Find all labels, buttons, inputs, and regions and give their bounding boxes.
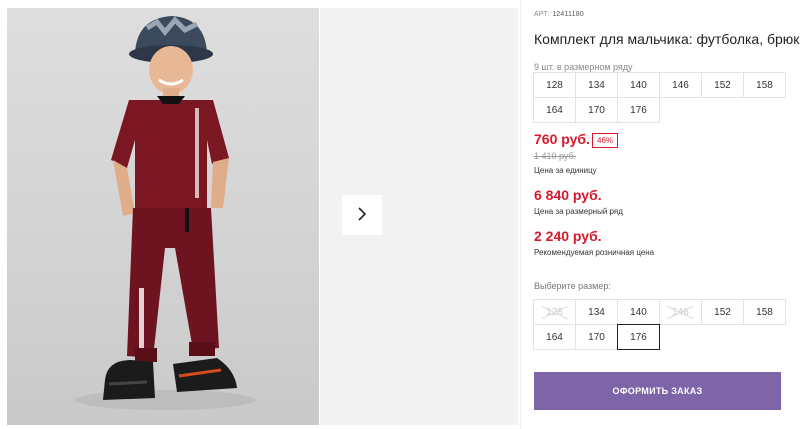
size-range-cell: 164: [533, 97, 576, 123]
article-label: АРТ:: [534, 11, 551, 18]
size-option[interactable]: 164: [533, 324, 576, 350]
current-price: 760 руб.: [534, 131, 590, 147]
size-option[interactable]: 158: [743, 299, 786, 325]
size-range-cell: 176: [617, 97, 660, 123]
size-picker-grid: 128 134 140 146 152 158 164 170 176: [533, 299, 786, 350]
chevron-right-icon: [356, 206, 368, 225]
size-option[interactable]: 140: [617, 299, 660, 325]
size-range-cell: 128: [533, 72, 576, 98]
size-range-cell: 134: [575, 72, 618, 98]
order-button[interactable]: Оформить заказ: [534, 372, 781, 410]
size-option-unavailable: 128: [533, 299, 576, 325]
article-number: АРТ: 12411180: [534, 11, 584, 18]
size-option[interactable]: 152: [701, 299, 744, 325]
size-range-grid: 128 134 140 146 152 158 164 170 176: [533, 72, 786, 123]
product-info-panel: АРТ: 12411180 Комплект для мальчика: фут…: [520, 0, 800, 429]
product-title: Комплект для мальчика: футболка, брюки: [534, 31, 800, 47]
size-range-cell: 146: [659, 72, 702, 98]
product-gallery: [0, 0, 520, 429]
size-picker-label: Выберите размер:: [534, 281, 611, 291]
size-range-cell: 140: [617, 72, 660, 98]
size-range-cell: 158: [743, 72, 786, 98]
retail-price-label: Рекомендуемая розничная цена: [534, 248, 655, 257]
size-range-cell: 152: [701, 72, 744, 98]
boy-in-outfit-image: [75, 16, 255, 410]
gallery-next-button[interactable]: [342, 195, 382, 235]
size-range-price-label: Цена за размерный ряд: [534, 207, 623, 216]
size-option-unavailable: 146: [659, 299, 702, 325]
size-option[interactable]: 170: [575, 324, 618, 350]
article-value: 12411180: [552, 11, 584, 18]
size-range-cell: 170: [575, 97, 618, 123]
product-photo[interactable]: [7, 8, 319, 425]
size-option-selected[interactable]: 176: [617, 324, 660, 350]
discount-badge: 46%: [592, 133, 619, 148]
retail-price: 2 240 руб.: [534, 228, 602, 244]
size-range-count: 9 шт. в размерном ряду: [534, 62, 633, 72]
size-option[interactable]: 134: [575, 299, 618, 325]
size-range-price: 6 840 руб.: [534, 187, 602, 203]
unit-price-label: Цена за единицу: [534, 166, 597, 175]
old-price: 1 410 руб.: [534, 151, 577, 161]
